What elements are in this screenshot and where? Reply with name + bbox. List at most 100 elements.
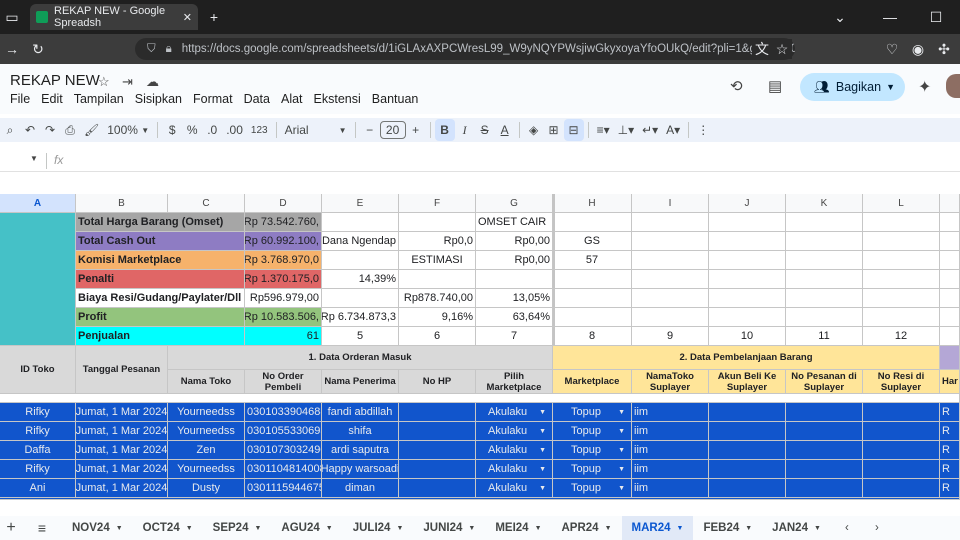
cell-j[interactable] [709,289,786,308]
cell-i[interactable] [632,308,709,327]
summary-value[interactable]: Rp596.979,00 [245,289,322,308]
summary-value[interactable]: Rp 60.992.100, [245,232,322,251]
sheet-tab-chevron-icon[interactable]: ▼ [605,525,612,532]
decrease-decimal-button[interactable]: .0 [202,119,222,141]
cell-h[interactable] [553,213,632,232]
row-nama-penerima[interactable]: ardi saputra [322,441,399,460]
menu-format[interactable]: Format [193,92,233,106]
row-nama-toko[interactable]: Yourneedss [168,422,245,441]
row-no-order[interactable]: 0301073032490 [245,441,322,460]
row-tanggal[interactable]: Jumat, 1 Mar 2024 [76,479,168,498]
cell-i[interactable] [632,270,709,289]
row-no-pesanan[interactable] [786,479,863,498]
print-icon[interactable]: ⎙ [60,119,80,141]
row-overflow[interactable]: R [940,460,960,479]
scroll-sheets-left-icon[interactable]: ‹ [837,517,857,539]
share-dropdown-icon[interactable]: ▼ [886,82,895,92]
strikethrough-button[interactable]: S [475,119,495,141]
share-button[interactable]: 👥︎ Bagikan ▼ [800,73,905,101]
reload-icon[interactable]: ↻ [28,39,48,59]
row-overflow[interactable]: R [940,441,960,460]
cell-i[interactable] [632,289,709,308]
row-id-toko[interactable]: Daffa [0,441,76,460]
fill-color-icon[interactable]: ◈ [524,119,544,141]
cell-k[interactable] [786,308,863,327]
row-id-toko[interactable]: Rifky [0,460,76,479]
star-icon[interactable]: ☆ [98,74,110,90]
sheet-tab-chevron-icon[interactable]: ▼ [186,525,193,532]
pocket-icon[interactable]: ♡ [882,39,902,59]
row-nama-penerima[interactable]: shifa [322,422,399,441]
undo-icon[interactable]: ↶ [20,119,40,141]
sheet-tab-nov24[interactable]: NOV24 ▼ [62,516,133,540]
cell-l[interactable] [863,213,940,232]
merge-cells-icon[interactable]: ⊟ [563,119,584,141]
font-select[interactable]: Arial ▼ [281,119,351,141]
italic-button[interactable]: I [455,119,475,141]
cell-j[interactable] [709,251,786,270]
row-tanggal[interactable]: Jumat, 1 Mar 2024 [76,460,168,479]
dropdown-arrow-icon[interactable]: ▼ [618,485,629,492]
cell-j[interactable] [709,232,786,251]
redo-icon[interactable]: ↷ [40,119,60,141]
sheet-tab-apr24[interactable]: APR24 ▼ [552,516,622,540]
sheet-tab-oct24[interactable]: OCT24 ▼ [133,516,203,540]
more-options-icon[interactable]: ⋮ [693,119,713,141]
cell-j[interactable] [709,213,786,232]
cell-j[interactable] [709,308,786,327]
borders-icon[interactable]: ⊞ [544,119,564,141]
summary-value[interactable]: Rp 3.768.970,0 [245,251,322,270]
dropdown-arrow-icon[interactable]: ▼ [618,428,629,435]
column-header-b[interactable]: B [76,194,168,213]
row-nama-toko-suplayer[interactable]: iim [632,403,709,422]
percent-format-button[interactable]: % [182,119,202,141]
cell-g[interactable]: OMSET CAIR [476,213,553,232]
sheet-tab-sep24[interactable]: SEP24 ▼ [203,516,272,540]
cell-overflow[interactable] [940,213,960,232]
cell-h[interactable] [553,289,632,308]
row-id-toko[interactable]: Rifky [0,403,76,422]
cell-i[interactable] [632,213,709,232]
sheet-tab-chevron-icon[interactable]: ▼ [745,525,752,532]
cell-h[interactable]: GS [553,232,632,251]
cell-j[interactable]: 10 [709,327,786,346]
row-marketplace[interactable]: Topup ▼ [553,422,632,441]
font-size-increase-button[interactable]: + [406,119,426,141]
cell-g[interactable]: 13,05% [476,289,553,308]
bookmark-star-icon[interactable]: ☆ [772,39,792,59]
font-size-decrease-button[interactable]: − [360,119,380,141]
cell-f[interactable] [399,270,476,289]
dropdown-arrow-icon[interactable]: ▼ [539,428,550,435]
summary-label[interactable]: Total Cash Out [76,232,245,251]
translate-icon[interactable]: 文 [752,39,772,59]
dropdown-arrow-icon[interactable]: ▼ [539,485,550,492]
browser-tab[interactable]: REKAP NEW - Google Spreadsh ✕ [30,4,198,30]
row-nama-toko[interactable]: Dusty [168,479,245,498]
cell-h[interactable]: 8 [553,327,632,346]
row-marketplace[interactable]: Topup ▼ [553,441,632,460]
paint-format-icon[interactable]: 🖌︎ [80,119,103,141]
minimize-icon[interactable]: — [880,7,900,27]
extensions-icon[interactable]: ✣ [934,39,954,59]
cell-l[interactable] [863,308,940,327]
cell-k[interactable] [786,251,863,270]
row-akun-beli[interactable] [709,422,786,441]
avatar[interactable] [946,74,960,98]
row-marketplace[interactable]: Topup ▼ [553,460,632,479]
sheet-tab-chevron-icon[interactable]: ▼ [116,525,123,532]
cell-g[interactable] [476,270,553,289]
cell-g[interactable]: Rp0,00 [476,232,553,251]
cell-j[interactable] [709,270,786,289]
menu-tools[interactable]: Alat [281,92,303,106]
cell-h[interactable] [553,308,632,327]
cell-i[interactable] [632,251,709,270]
row-no-pesanan[interactable] [786,403,863,422]
summary-label[interactable]: Biaya Resi/Gudang/Paylater/Dll [76,289,245,308]
column-header-f[interactable]: F [399,194,476,213]
row-no-resi[interactable] [863,460,940,479]
sheet-tab-mar24[interactable]: MAR24 ▼ [621,516,694,540]
row-tanggal[interactable]: Jumat, 1 Mar 2024 [76,441,168,460]
row-no-hp[interactable] [399,460,476,479]
row-no-pesanan[interactable] [786,441,863,460]
row-no-resi[interactable] [863,441,940,460]
